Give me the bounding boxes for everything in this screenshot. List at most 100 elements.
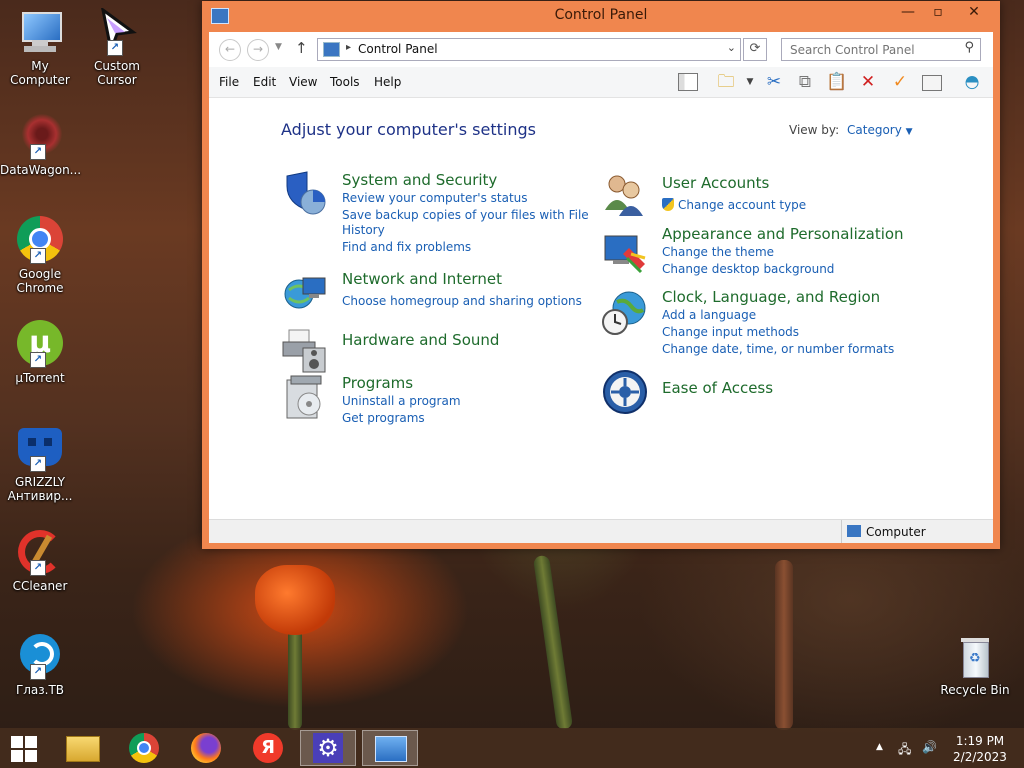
recent-locations-dropdown[interactable]: ▼	[275, 42, 282, 52]
link-find-fix-problems[interactable]: Find and fix problems	[342, 240, 471, 254]
address-field[interactable]: ▸ Control Panel ⌄	[317, 38, 741, 61]
link-add-language[interactable]: Add a language	[662, 308, 756, 322]
minimize-button[interactable]: —	[892, 1, 924, 23]
maximize-button[interactable]: ▫	[922, 1, 954, 23]
desktop-icon-grizzly[interactable]: ↗ GRIZZLY Антивир...	[0, 424, 80, 503]
link-get-programs[interactable]: Get programs	[342, 411, 425, 425]
desktop-icon-recycle-bin[interactable]: ♻ Recycle Bin	[935, 632, 1015, 697]
taskbar-settings[interactable]: ⚙	[300, 730, 356, 766]
recycle-bin-icon: ♻	[951, 632, 999, 680]
printer-speaker-icon[interactable]	[281, 326, 329, 374]
breadcrumb-control-panel[interactable]: Control Panel	[358, 42, 438, 56]
link-homegroup-sharing[interactable]: Choose homegroup and sharing options	[342, 294, 582, 308]
category-programs[interactable]: Programs	[342, 374, 413, 392]
category-clock-language-region[interactable]: Clock, Language, and Region	[662, 288, 880, 306]
status-bar: Computer	[209, 519, 993, 543]
ccleaner-icon: ↗	[16, 528, 64, 576]
link-save-backup[interactable]: Save backup copies of your files with Fi…	[342, 208, 589, 222]
link-change-desktop-background[interactable]: Change desktop background	[662, 262, 834, 276]
view-by-dropdown[interactable]: Category ▼	[847, 123, 913, 137]
layout-icon[interactable]	[677, 71, 699, 93]
menu-tools[interactable]: Tools	[330, 75, 360, 89]
desktop-icon-utorrent[interactable]: µ ↗ µTorrent	[0, 320, 80, 385]
desktop-icon-ccleaner[interactable]: ↗ CCleaner	[0, 528, 80, 593]
forward-button[interactable]: →	[247, 39, 269, 61]
control-panel-window: Control Panel — ▫ ✕ ← → ▼ ↑ ▸ Control Pa…	[202, 1, 1000, 549]
paste-icon[interactable]: 📋	[826, 71, 848, 93]
shield-icon[interactable]	[281, 170, 329, 218]
link-change-account-type[interactable]: Change account type	[662, 198, 806, 212]
wallpaper-tulip	[255, 565, 335, 635]
taskbar-yandex-browser[interactable]: Я	[240, 730, 296, 766]
taskbar-clock[interactable]: 1:19 PM 2/2/2023	[948, 733, 1012, 765]
category-network-and-internet[interactable]: Network and Internet	[342, 270, 502, 288]
search-box[interactable]: ⚲	[781, 38, 981, 61]
yandex-icon: Я	[253, 733, 283, 763]
menu-file[interactable]: File	[219, 75, 239, 89]
copy-icon[interactable]: ⧉	[794, 71, 816, 93]
programs-icon[interactable]	[281, 374, 329, 422]
chevron-down-icon[interactable]: ▼	[739, 71, 761, 93]
desktop-icon-label: Глаз.ТВ	[15, 683, 65, 697]
view-by-value: Category	[847, 123, 902, 137]
breadcrumb-chevron-icon: ▸	[346, 42, 352, 53]
uac-shield-icon	[662, 198, 674, 211]
checkmark-icon[interactable]: ✓	[889, 71, 911, 93]
link-review-status[interactable]: Review your computer's status	[342, 191, 528, 205]
folder-icon[interactable]: 🗀	[715, 71, 737, 93]
category-system-and-security[interactable]: System and Security	[342, 171, 497, 189]
taskbar-chrome[interactable]	[116, 730, 172, 766]
desktop-icon-label: DataWagon...	[0, 163, 82, 177]
search-input[interactable]	[788, 42, 957, 58]
menu-bar: File Edit View Tools Help 🗀 ▼ ✂ ⧉ 📋 ✕ ✓ …	[209, 67, 993, 98]
desktop-icon-datawagon[interactable]: ↗ DataWagon...	[0, 112, 82, 177]
title-bar[interactable]: Control Panel — ▫ ✕	[202, 1, 1000, 31]
appearance-icon[interactable]	[601, 228, 649, 276]
link-change-date-time[interactable]: Change date, time, or number formats	[662, 342, 894, 356]
category-user-accounts[interactable]: User Accounts	[662, 174, 769, 192]
delete-icon[interactable]: ✕	[857, 71, 879, 93]
cut-icon[interactable]: ✂	[763, 71, 785, 93]
control-panel-icon	[375, 736, 407, 762]
link-save-backup-history[interactable]: History	[342, 223, 385, 237]
menu-help[interactable]: Help	[374, 75, 401, 89]
page-title: Adjust your computer's settings	[281, 120, 536, 139]
chrome-icon	[129, 733, 159, 763]
clock-globe-icon[interactable]	[601, 288, 649, 336]
shell-icon[interactable]: ◓	[961, 71, 983, 93]
category-hardware-and-sound[interactable]: Hardware and Sound	[342, 331, 499, 349]
up-button[interactable]: ↑	[295, 39, 308, 57]
taskbar-firefox[interactable]	[178, 730, 234, 766]
show-hidden-icons-button[interactable]: ▲	[876, 742, 883, 752]
network-globe-icon[interactable]	[281, 268, 329, 316]
menu-view[interactable]: View	[289, 75, 317, 89]
refresh-button[interactable]: ⟳	[743, 38, 767, 61]
chrome-icon: ↗	[16, 216, 64, 264]
ease-of-access-icon[interactable]	[601, 368, 649, 416]
desktop-icon-my-computer[interactable]: My Computer	[0, 8, 80, 87]
desktop-icon-glaz-tv[interactable]: ↗ Глаз.ТВ	[0, 632, 80, 697]
menu-edit[interactable]: Edit	[253, 75, 276, 89]
link-change-input-methods[interactable]: Change input methods	[662, 325, 799, 339]
network-icon[interactable]: 🖧	[898, 740, 911, 761]
users-icon[interactable]	[601, 170, 649, 218]
desktop-icon-label: µTorrent	[15, 371, 65, 385]
chevron-down-icon[interactable]: ⌄	[727, 41, 736, 54]
back-button[interactable]: ←	[219, 39, 241, 61]
desktop-icon-custom-cursor[interactable]: ↗ Custom Cursor	[77, 6, 157, 87]
volume-icon[interactable]: 🔊	[922, 740, 937, 754]
category-ease-of-access[interactable]: Ease of Access	[662, 379, 773, 397]
close-button[interactable]: ✕	[952, 1, 996, 23]
link-change-theme[interactable]: Change the theme	[662, 245, 774, 259]
desktop-icon-label: Google Chrome	[16, 267, 64, 295]
category-appearance-personalization[interactable]: Appearance and Personalization	[662, 225, 904, 243]
firefox-icon	[191, 733, 221, 763]
start-button[interactable]	[0, 730, 48, 766]
properties-icon[interactable]	[921, 71, 943, 93]
search-icon[interactable]: ⚲	[964, 40, 974, 55]
desktop-icon-google-chrome[interactable]: ↗ Google Chrome	[0, 216, 80, 295]
desktop-icon-label: CCleaner	[12, 579, 68, 593]
taskbar-file-explorer[interactable]	[54, 730, 110, 766]
taskbar-control-panel[interactable]	[362, 730, 418, 766]
link-uninstall-program[interactable]: Uninstall a program	[342, 394, 461, 408]
